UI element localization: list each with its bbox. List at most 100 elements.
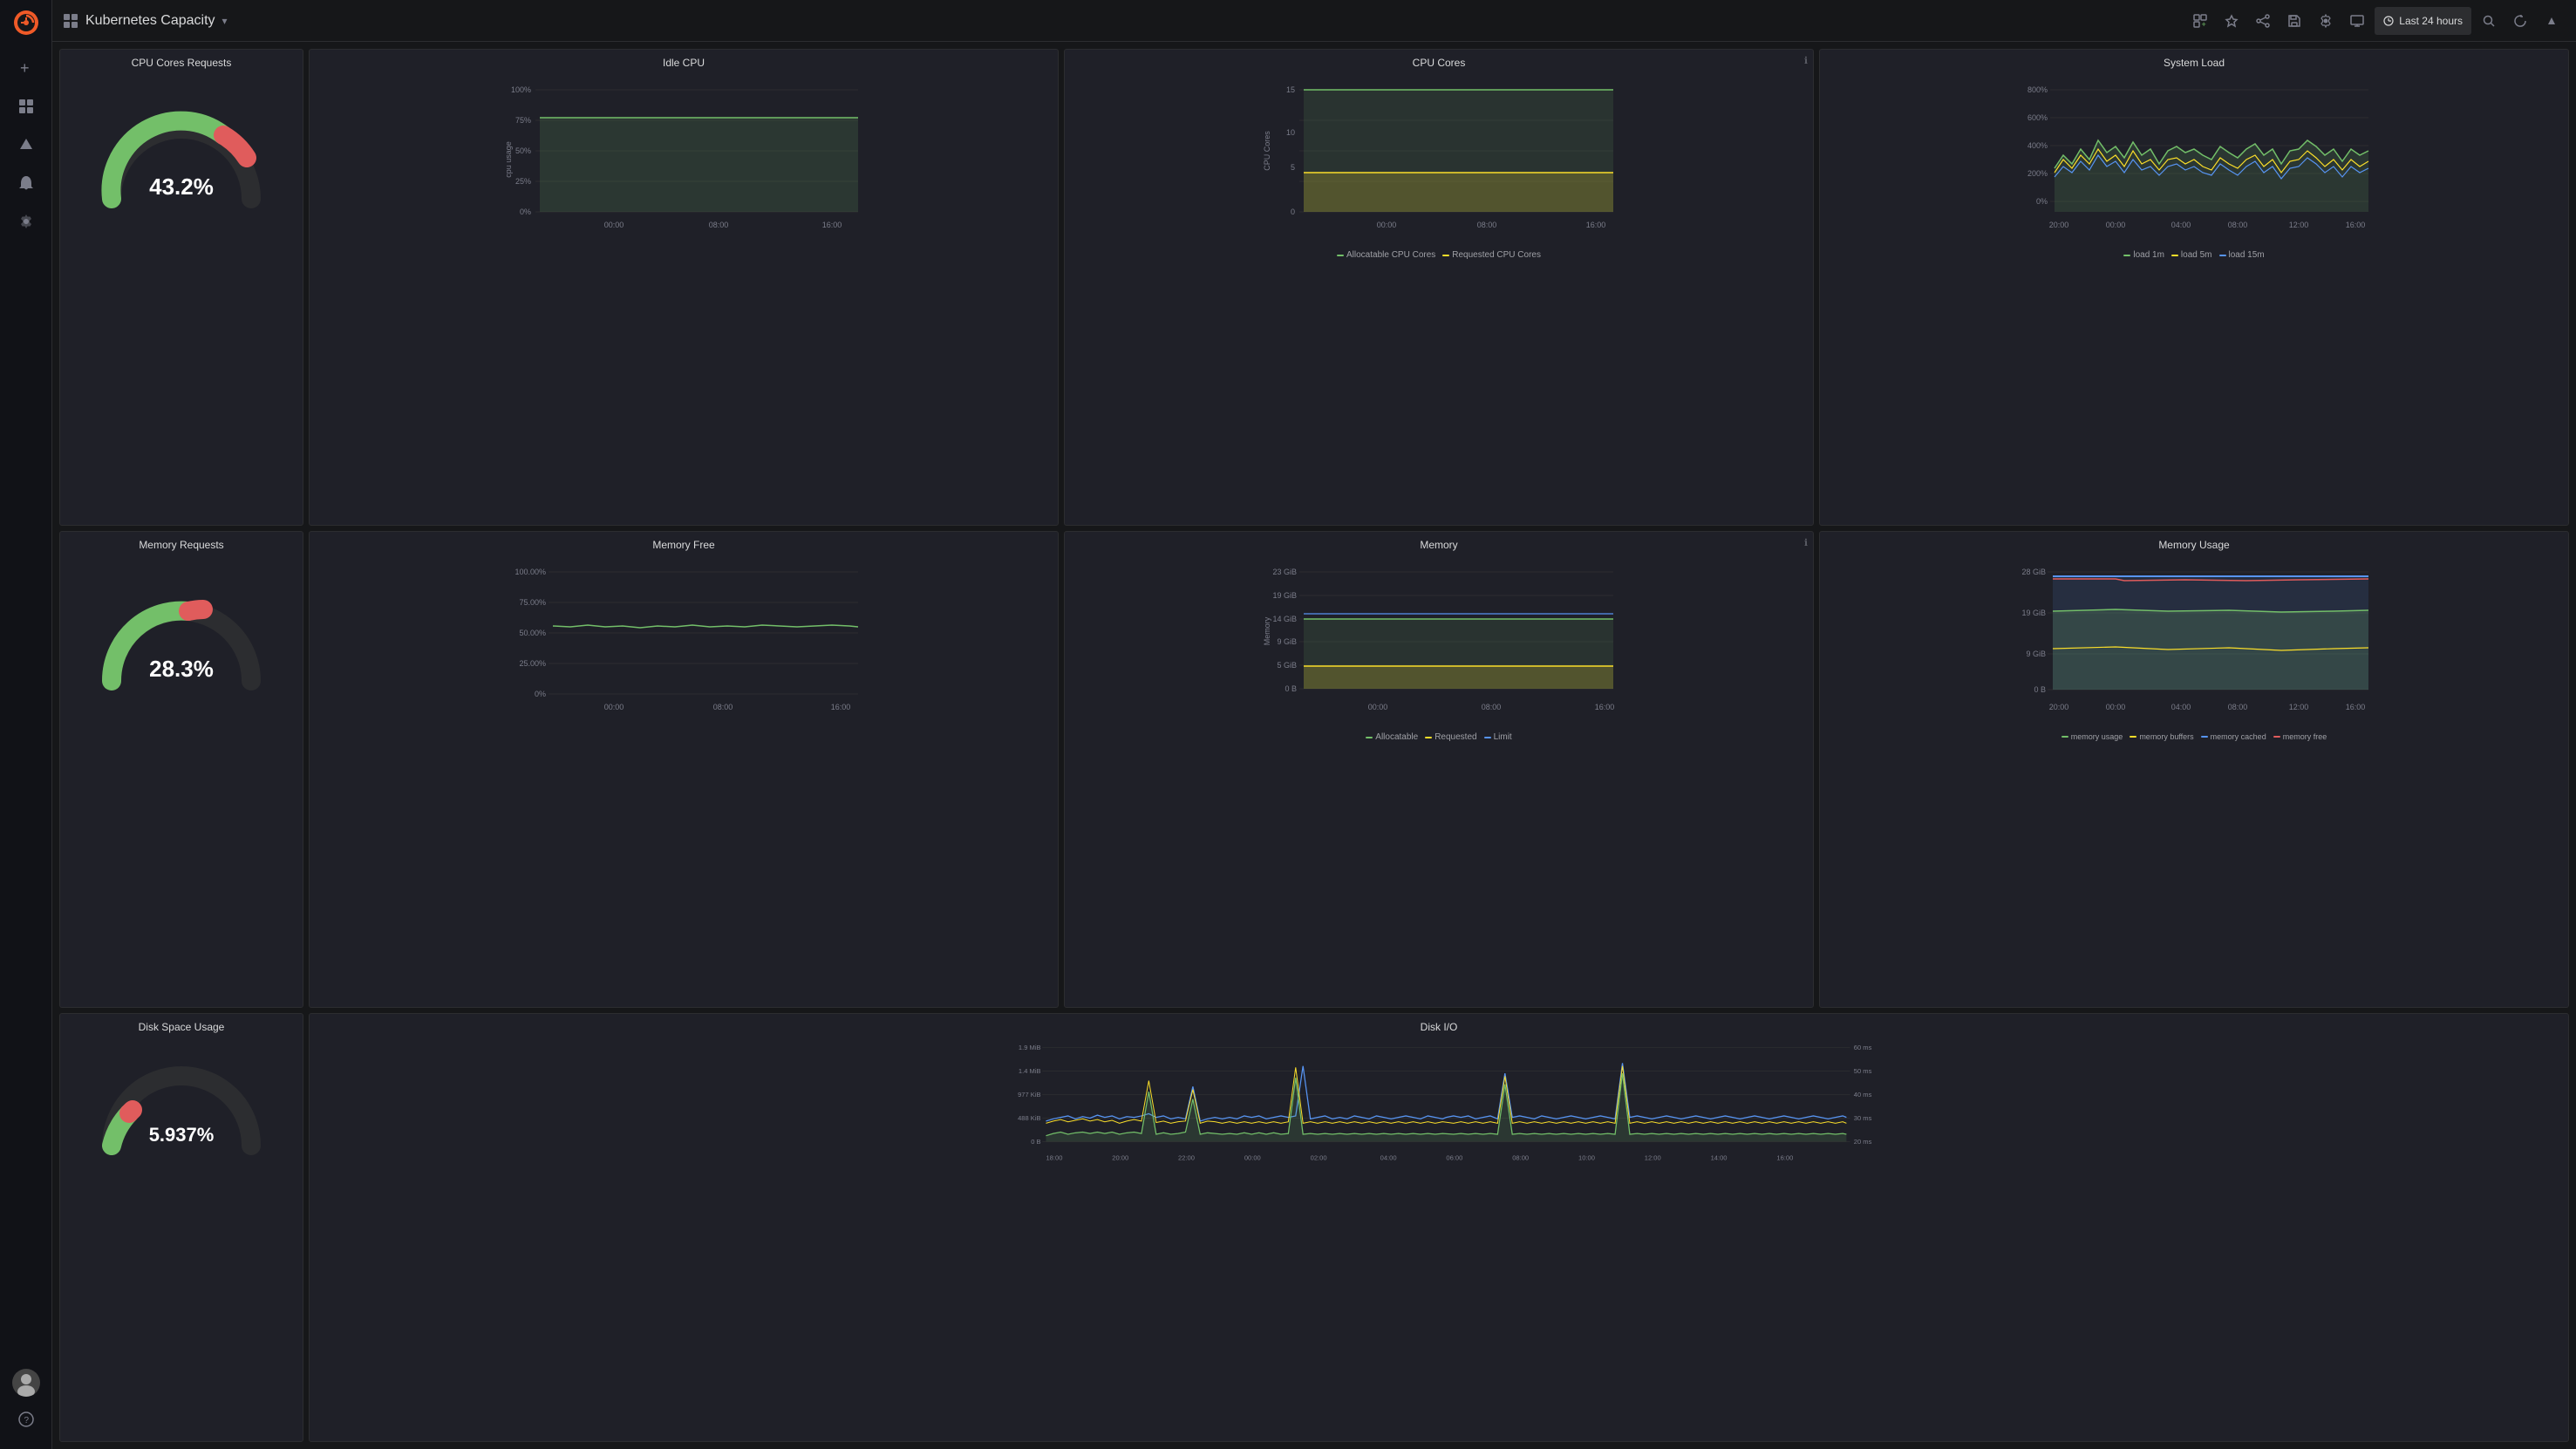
svg-text:08:00: 08:00: [2228, 703, 2248, 711]
svg-text:100.00%: 100.00%: [515, 568, 546, 576]
svg-text:04:00: 04:00: [2171, 221, 2191, 229]
legend-mem-cached: memory cached: [2201, 732, 2266, 741]
legend-dot-allocatable-mem: [1366, 737, 1373, 738]
save-button[interactable]: [2280, 7, 2308, 35]
svg-text:0: 0: [1291, 207, 1295, 216]
legend-mem-buffers: memory buffers: [2130, 732, 2193, 741]
svg-text:800%: 800%: [2027, 85, 2048, 94]
legend-requested-cpu: Requested CPU Cores: [1442, 250, 1541, 260]
system-load-chart: 800% 600% 400% 200% 0% 20:00 00:00 04:00…: [1827, 72, 2561, 247]
svg-text:04:00: 04:00: [2171, 703, 2191, 711]
tv-button[interactable]: [2343, 7, 2371, 35]
dashboard-title[interactable]: Kubernetes Capacity ▾: [85, 13, 2179, 29]
sidebar: +: [0, 0, 52, 1449]
more-button[interactable]: [2538, 7, 2566, 35]
panel-title-idle-cpu: Idle CPU: [317, 57, 1051, 69]
svg-text:0 B: 0 B: [2034, 685, 2046, 694]
svg-text:12:00: 12:00: [2289, 703, 2309, 711]
time-range-label: Last 24 hours: [2399, 15, 2463, 27]
panel-title-memory-free: Memory Free: [317, 539, 1051, 551]
svg-text:400%: 400%: [2027, 141, 2048, 150]
panel-title-system-load: System Load: [1827, 57, 2561, 69]
grafana-logo[interactable]: [10, 7, 42, 38]
svg-text:02:00: 02:00: [1311, 1153, 1327, 1161]
legend-dot-allocatable: [1337, 255, 1344, 256]
sidebar-item-apps[interactable]: [9, 91, 44, 122]
main-content: Kubernetes Capacity ▾ +: [52, 0, 2576, 1449]
svg-text:9 GiB: 9 GiB: [2026, 650, 2046, 658]
sidebar-item-settings[interactable]: [9, 206, 44, 237]
sidebar-item-explore[interactable]: [9, 129, 44, 160]
legend-dot-limit-mem: [1484, 737, 1491, 738]
memory-usage-chart: 28 GiB 19 GiB 9 GiB 0 B 20:00 00:00 04:0…: [1827, 554, 2561, 729]
svg-text:200%: 200%: [2027, 169, 2048, 178]
legend-dot-load1m: [2123, 255, 2130, 256]
svg-text:08:00: 08:00: [1482, 703, 1502, 711]
legend-limit-mem: Limit: [1484, 732, 1512, 742]
svg-text:5.937%: 5.937%: [149, 1124, 215, 1146]
star-button[interactable]: [2218, 7, 2245, 35]
legend-dot-requested: [1442, 255, 1449, 256]
panel-memory-usage: Memory Usage 28 GiB 19 GiB 9 GiB 0 B 20:…: [1819, 531, 2569, 1008]
sidebar-item-help[interactable]: ?: [9, 1404, 44, 1435]
svg-text:0%: 0%: [535, 690, 546, 698]
add-panel-button[interactable]: +: [2186, 7, 2214, 35]
svg-text:00:00: 00:00: [2106, 703, 2126, 711]
panel-title-disk-space: Disk Space Usage: [67, 1021, 296, 1033]
svg-text:16:00: 16:00: [2346, 221, 2366, 229]
sidebar-item-add[interactable]: +: [9, 52, 44, 84]
panel-system-load: System Load 800% 600% 400% 200% 0% 20:00…: [1819, 49, 2569, 526]
svg-text:16:00: 16:00: [1595, 703, 1615, 711]
svg-text:50 ms: 50 ms: [1854, 1067, 1872, 1075]
svg-text:0%: 0%: [2036, 197, 2048, 206]
cpu-cores-legend: Allocatable CPU Cores Requested CPU Core…: [1072, 250, 1806, 260]
title-text: Kubernetes Capacity: [85, 13, 215, 29]
settings-button[interactable]: [2312, 7, 2340, 35]
svg-text:14:00: 14:00: [1711, 1153, 1728, 1161]
panel-title-memory-usage: Memory Usage: [1827, 539, 2561, 551]
svg-text:10: 10: [1286, 128, 1295, 137]
svg-text:1.4 MiB: 1.4 MiB: [1019, 1067, 1041, 1075]
disk-gauge-svg: 5.937%: [94, 1054, 269, 1159]
svg-text:25.00%: 25.00%: [519, 659, 546, 668]
system-load-legend: load 1m load 5m load 15m: [1827, 250, 2561, 260]
share-button[interactable]: [2249, 7, 2277, 35]
svg-text:08:00: 08:00: [1512, 1153, 1529, 1161]
svg-text:?: ?: [24, 1416, 29, 1425]
legend-mem-usage: memory usage: [2061, 732, 2123, 741]
panel-memory-free: Memory Free 100.00% 75.00% 50.00% 25.00%…: [309, 531, 1059, 1008]
search-button[interactable]: [2475, 7, 2503, 35]
sidebar-nav: +: [9, 52, 44, 1369]
svg-text:25%: 25%: [515, 177, 531, 186]
cpu-cores-chart: 15 10 5 0 CPU Cores 00:00 08:00 16:00: [1072, 72, 1806, 247]
cpu-gauge-svg: 43.2%: [94, 107, 269, 212]
svg-text:20:00: 20:00: [2049, 221, 2069, 229]
legend-dot-mem-usage: [2061, 736, 2068, 738]
panel-title-disk-io: Disk I/O: [317, 1021, 2561, 1033]
svg-text:488 KiB: 488 KiB: [1018, 1114, 1041, 1122]
svg-text:00:00: 00:00: [1244, 1153, 1261, 1161]
time-range-picker[interactable]: Last 24 hours: [2375, 7, 2471, 35]
svg-text:10:00: 10:00: [1578, 1153, 1595, 1161]
memory-chart: 23 GiB 19 GiB 14 GiB 9 GiB 5 GiB 0 B Mem…: [1072, 554, 1806, 729]
svg-text:5 GiB: 5 GiB: [1277, 661, 1297, 670]
memory-gauge-container: 28.3%: [67, 554, 296, 729]
legend-requested-mem: Requested: [1425, 732, 1476, 742]
svg-text:12:00: 12:00: [2289, 221, 2309, 229]
svg-text:9 GiB: 9 GiB: [1277, 637, 1297, 646]
legend-load5m: load 5m: [2171, 250, 2212, 260]
svg-text:50.00%: 50.00%: [519, 629, 546, 637]
svg-text:CPU Cores: CPU Cores: [1263, 131, 1271, 171]
refresh-button[interactable]: [2506, 7, 2534, 35]
svg-text:+: +: [20, 59, 30, 77]
svg-text:08:00: 08:00: [709, 221, 729, 229]
user-avatar[interactable]: [12, 1369, 40, 1397]
topbar-actions: +: [2186, 7, 2566, 35]
legend-dot-load5m: [2171, 255, 2178, 256]
svg-text:08:00: 08:00: [713, 703, 733, 711]
svg-text:19 GiB: 19 GiB: [1272, 591, 1297, 600]
sidebar-item-alerting[interactable]: [9, 167, 44, 199]
panel-title-cpu-requests: CPU Cores Requests: [67, 57, 296, 69]
svg-text:cpu usage: cpu usage: [504, 141, 513, 178]
dashboard-icon: [63, 13, 78, 29]
